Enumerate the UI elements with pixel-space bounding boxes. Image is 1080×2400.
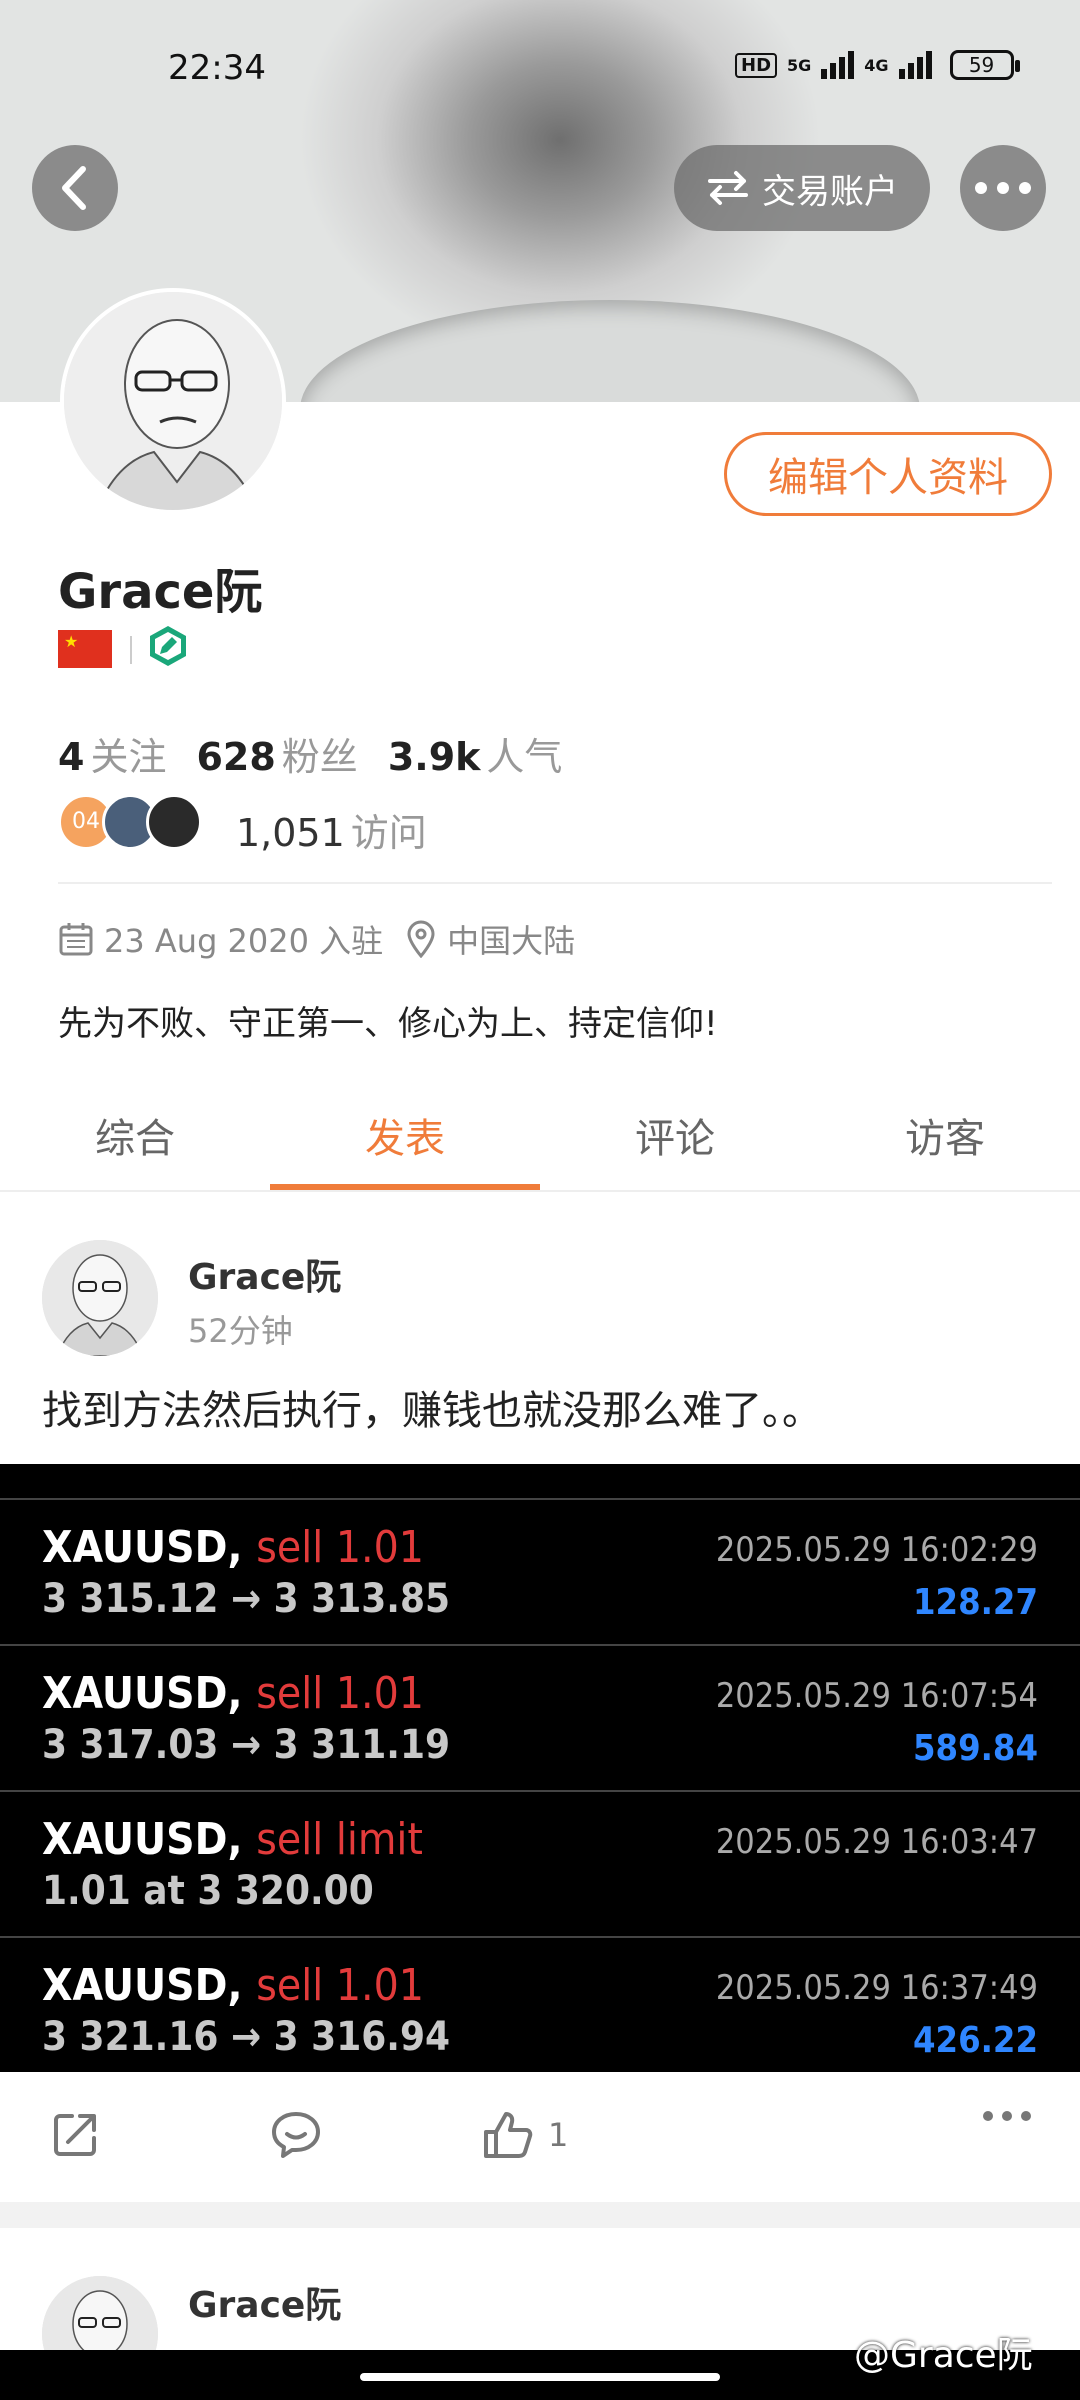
post-text: 找到方法然后执行，赚钱也就没那么难了。。 (42, 1388, 822, 1434)
trade-profit: 426.22 (913, 2020, 1038, 2061)
trade-profit: 589.84 (913, 1728, 1038, 1769)
profile-avatar[interactable] (60, 288, 286, 514)
divider (58, 882, 1052, 884)
avatar-portrait-icon (64, 292, 282, 510)
trade-symbol: XAUUSD, (42, 1668, 243, 1719)
hd-icon: HD (735, 52, 778, 78)
trade-date: 2025.05.29 16:37:49 (715, 1968, 1038, 2008)
trade-prices: 3 317.03 → 3 311.19 (42, 1722, 451, 1768)
divider (0, 1190, 1080, 1192)
trade-side: sell 1.01 (256, 1668, 424, 1719)
battery-icon: 59 (949, 50, 1020, 80)
status-time: 22:34 (168, 48, 266, 88)
trade-prices: 1.01 at 3 320.00 (42, 1868, 374, 1914)
tab-comments[interactable]: 评论 (540, 1100, 810, 1190)
tab-posts[interactable]: 发表 (270, 1100, 540, 1190)
profile-meta: 23 Aug 2020 入驻 中国大陆 (58, 916, 575, 962)
divider (130, 636, 132, 664)
tab-overview[interactable]: 综合 (0, 1100, 270, 1190)
location: 中国大陆 (447, 922, 576, 960)
home-indicator[interactable] (360, 2373, 720, 2381)
more-dots-icon (975, 182, 1031, 194)
profile-tabs: 综合 发表 评论 访客 (0, 1100, 1080, 1190)
tab-visitors[interactable]: 访客 (810, 1100, 1080, 1190)
post-author-name[interactable]: Grace阮 (188, 1248, 341, 1300)
trade-account-label: 交易账户 (762, 171, 898, 212)
fans-stat[interactable]: 628 粉丝 (196, 726, 357, 781)
verified-pen-icon[interactable] (146, 624, 190, 668)
visits-count: 1,051 访问 (236, 811, 427, 855)
post-author-avatar[interactable] (42, 1240, 158, 1356)
status-bar: 22:34 HD 5G 4G 59 (0, 0, 1080, 140)
edit-profile-button[interactable]: 编辑个人资料 (724, 432, 1052, 516)
post-time: 52分钟 (188, 1312, 293, 1350)
avatar-portrait-icon (42, 1240, 158, 1356)
signal-icon-2 (898, 51, 932, 79)
trade-prices: 3 321.16 → 3 316.94 (42, 2014, 451, 2060)
location-pin-icon (407, 920, 435, 958)
visitor-avatar (146, 794, 202, 850)
network-4g-label: 4G (864, 55, 889, 75)
trade-row: XAUUSD, sell 1.01 3 315.12 → 3 313.85 20… (0, 1498, 1080, 1644)
trade-row: XAUUSD, sell 1.01 3 317.03 → 3 311.19 20… (0, 1644, 1080, 1790)
profile-stats: 4 关注 628 粉丝 3.9k 人气 (58, 726, 562, 781)
more-options-button[interactable] (960, 145, 1046, 231)
share-button[interactable] (50, 2110, 100, 2160)
calendar-icon (59, 923, 93, 956)
share-icon (54, 2114, 96, 2156)
like-count: 1 (548, 2116, 569, 2154)
trade-side: sell 1.01 (256, 1522, 424, 1573)
trade-date: 2025.05.29 16:02:29 (715, 1530, 1038, 1570)
post-trade-screenshot[interactable]: XAUUSD, sell 1.01 3 315.12 → 3 313.85 20… (0, 1464, 1080, 2072)
popularity-stat: 3.9k 人气 (387, 735, 563, 779)
trade-symbol: XAUUSD, (42, 1960, 243, 2011)
post-author-name[interactable]: Grace阮 (188, 2276, 341, 2328)
back-button[interactable] (32, 145, 118, 231)
trade-date: 2025.05.29 16:07:54 (715, 1676, 1038, 1716)
comment-icon (272, 2112, 320, 2158)
swap-icon (708, 171, 748, 205)
status-icons: HD 5G 4G 59 (735, 50, 1020, 80)
post-actions: 1 (0, 2072, 1080, 2202)
more-dots-icon (983, 2111, 1031, 2121)
trade-account-button[interactable]: 交易账户 (674, 145, 930, 231)
like-button[interactable]: 1 (482, 2110, 568, 2160)
thumbs-up-icon (484, 2112, 533, 2158)
trade-side: sell limit (256, 1814, 423, 1865)
trade-date: 2025.05.29 16:03:47 (715, 1822, 1038, 1862)
chevron-left-icon (62, 166, 86, 210)
trade-symbol: XAUUSD, (42, 1522, 243, 1573)
post-more-button[interactable] (982, 2110, 1032, 2122)
trade-symbol: XAUUSD, (42, 1814, 243, 1865)
profile-name: Grace阮 (58, 564, 263, 620)
trade-profit: 128.27 (913, 1582, 1038, 1623)
comment-button[interactable] (270, 2110, 322, 2160)
profile-bio: 先为不败、守正第一、修心为上、持定信仰! (58, 1004, 718, 1044)
trade-side: sell 1.01 (256, 1960, 424, 2011)
join-date: 23 Aug 2020 入驻 (104, 922, 384, 960)
follow-stat[interactable]: 4 关注 (58, 726, 166, 781)
trade-prices: 3 315.12 → 3 313.85 (42, 1576, 451, 1622)
post-separator (0, 2202, 1080, 2228)
trade-row: XAUUSD, sell 1.01 3 321.16 → 3 316.94 20… (0, 1936, 1080, 2072)
trade-row: XAUUSD, sell limit 1.01 at 3 320.00 2025… (0, 1790, 1080, 1936)
china-flag-icon: ★ (58, 630, 112, 668)
watermark: @Grace阮 (854, 2335, 1033, 2376)
network-5g-label: 5G (787, 55, 812, 75)
signal-icon (821, 51, 855, 79)
